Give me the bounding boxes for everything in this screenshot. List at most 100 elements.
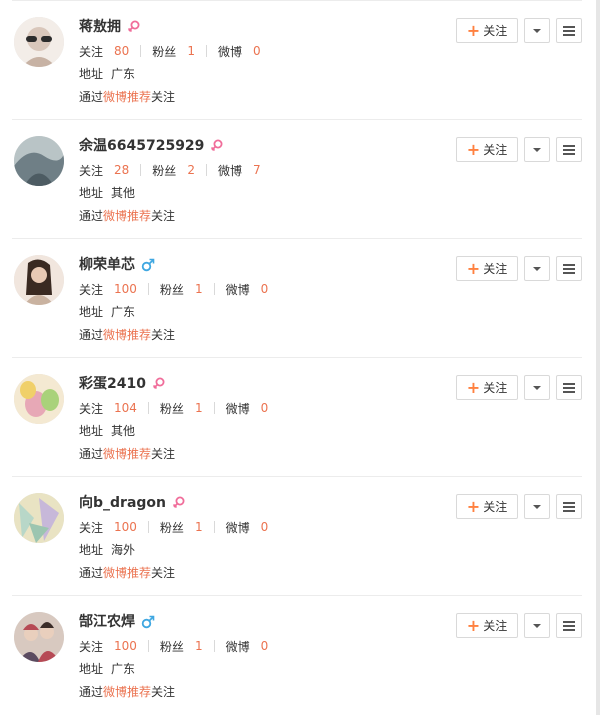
dropdown-button[interactable] — [524, 137, 550, 162]
user-card: 蒋敖拥 关注 80 粉丝 1 微博 0 地址 广东 通过微博推荐关注 + 关注 — [0, 0, 596, 119]
weibo-stat[interactable]: 微博 0 — [218, 43, 261, 60]
via-link[interactable]: 微博推荐 — [103, 209, 151, 223]
weibo-stat[interactable]: 微博 0 — [226, 281, 269, 298]
follow-button[interactable]: + 关注 — [456, 256, 518, 281]
name-row: 蒋敖拥 — [79, 17, 141, 37]
fans-label: 粉丝 — [159, 520, 184, 535]
via-link[interactable]: 微博推荐 — [103, 685, 151, 699]
avatar[interactable] — [14, 612, 64, 662]
fans-stat[interactable]: 粉丝 1 — [160, 281, 203, 298]
dropdown-button[interactable] — [524, 375, 550, 400]
divider — [12, 476, 582, 477]
follow-button[interactable]: + 关注 — [456, 18, 518, 43]
via-link[interactable]: 微博推荐 — [103, 90, 151, 104]
via-link[interactable]: 微博推荐 — [103, 328, 151, 342]
caret-down-icon — [533, 266, 541, 271]
follow-label: 关注 — [79, 163, 104, 178]
follow-stat[interactable]: 关注 104 — [79, 400, 137, 417]
address-label: 地址 — [79, 424, 104, 438]
weibo-stat[interactable]: 微博 0 — [226, 400, 269, 417]
fans-stat[interactable]: 粉丝 1 — [160, 400, 203, 417]
weibo-stat[interactable]: 微博 7 — [218, 162, 261, 179]
dropdown-button[interactable] — [524, 18, 550, 43]
name-row: 余温6645725929 — [79, 136, 224, 156]
name-row: 郜江农焊 — [79, 612, 155, 632]
female-symbol-icon — [152, 377, 166, 391]
user-name[interactable]: 郜江农焊 — [79, 612, 135, 632]
via-suffix: 关注 — [151, 209, 176, 223]
menu-button[interactable] — [556, 137, 582, 162]
fans-label: 粉丝 — [152, 44, 177, 59]
menu-button[interactable] — [556, 613, 582, 638]
fans-count: 1 — [194, 401, 203, 415]
fans-count: 2 — [187, 163, 195, 177]
follow-stat[interactable]: 关注 100 — [79, 638, 137, 655]
follow-count: 104 — [114, 401, 137, 415]
address-row: 地址 广东 — [79, 661, 135, 677]
address-row: 地址 海外 — [79, 542, 135, 558]
via-link[interactable]: 微博推荐 — [103, 566, 151, 580]
follow-stat[interactable]: 关注 100 — [79, 281, 137, 298]
fans-stat[interactable]: 粉丝 1 — [160, 519, 203, 536]
avatar[interactable] — [14, 17, 64, 67]
follow-count: 100 — [114, 282, 137, 296]
plus-icon: + — [466, 139, 481, 159]
menu-button[interactable] — [556, 494, 582, 519]
avatar[interactable] — [14, 493, 64, 543]
user-name[interactable]: 柳荣单芯 — [79, 255, 135, 275]
via-suffix: 关注 — [151, 566, 176, 580]
fans-stat[interactable]: 粉丝 1 — [160, 638, 203, 655]
follow-button[interactable]: + 关注 — [456, 137, 518, 162]
follow-button[interactable]: + 关注 — [456, 613, 518, 638]
follow-stat[interactable]: 关注 28 — [79, 162, 129, 179]
dropdown-button[interactable] — [524, 256, 550, 281]
user-name[interactable]: 向b_dragon — [79, 493, 166, 513]
menu-button[interactable] — [556, 18, 582, 43]
user-name[interactable]: 余温6645725929 — [79, 136, 204, 156]
stats-row: 关注 28 粉丝 2 微博 7 — [79, 162, 261, 178]
follow-button-label: 关注 — [483, 619, 508, 633]
follow-count: 100 — [114, 520, 137, 534]
via-prefix: 通过 — [79, 566, 104, 580]
separator — [140, 45, 142, 57]
separator — [213, 402, 215, 414]
address-row: 地址 其他 — [79, 185, 135, 201]
divider — [12, 0, 582, 1]
follow-button-label: 关注 — [483, 24, 508, 38]
weibo-label: 微博 — [225, 639, 250, 654]
divider — [12, 119, 582, 120]
name-row: 柳荣单芯 — [79, 255, 155, 275]
avatar[interactable] — [14, 136, 64, 186]
weibo-stat[interactable]: 微博 0 — [226, 519, 269, 536]
divider — [12, 238, 582, 239]
user-name[interactable]: 蒋敖拥 — [79, 17, 121, 37]
avatar[interactable] — [14, 255, 64, 305]
follow-button[interactable]: + 关注 — [456, 494, 518, 519]
via-row: 通过微博推荐关注 — [79, 327, 175, 343]
follow-label: 关注 — [79, 639, 104, 654]
weibo-count: 0 — [260, 639, 269, 653]
fans-stat[interactable]: 粉丝 2 — [152, 162, 195, 179]
dropdown-button[interactable] — [524, 613, 550, 638]
fans-stat[interactable]: 粉丝 1 — [152, 43, 195, 60]
via-prefix: 通过 — [79, 447, 104, 461]
weibo-count: 7 — [252, 163, 261, 177]
follow-button[interactable]: + 关注 — [456, 375, 518, 400]
follow-stat[interactable]: 关注 80 — [79, 43, 129, 60]
weibo-stat[interactable]: 微博 0 — [226, 638, 269, 655]
male-symbol-icon — [141, 258, 155, 272]
stats-row: 关注 100 粉丝 1 微博 0 — [79, 519, 268, 535]
address-label: 地址 — [79, 186, 104, 200]
address-value: 海外 — [111, 543, 136, 557]
via-link[interactable]: 微博推荐 — [103, 447, 151, 461]
follow-stat[interactable]: 关注 100 — [79, 519, 137, 536]
avatar[interactable] — [14, 374, 64, 424]
address-label: 地址 — [79, 67, 104, 81]
separator — [147, 521, 149, 533]
user-card: 彩蛋2410 关注 104 粉丝 1 微博 0 地址 其他 通过微博推荐关注 + 关注 — [0, 357, 596, 476]
weibo-count: 0 — [260, 520, 269, 534]
dropdown-button[interactable] — [524, 494, 550, 519]
menu-button[interactable] — [556, 375, 582, 400]
menu-button[interactable] — [556, 256, 582, 281]
user-name[interactable]: 彩蛋2410 — [79, 374, 146, 394]
